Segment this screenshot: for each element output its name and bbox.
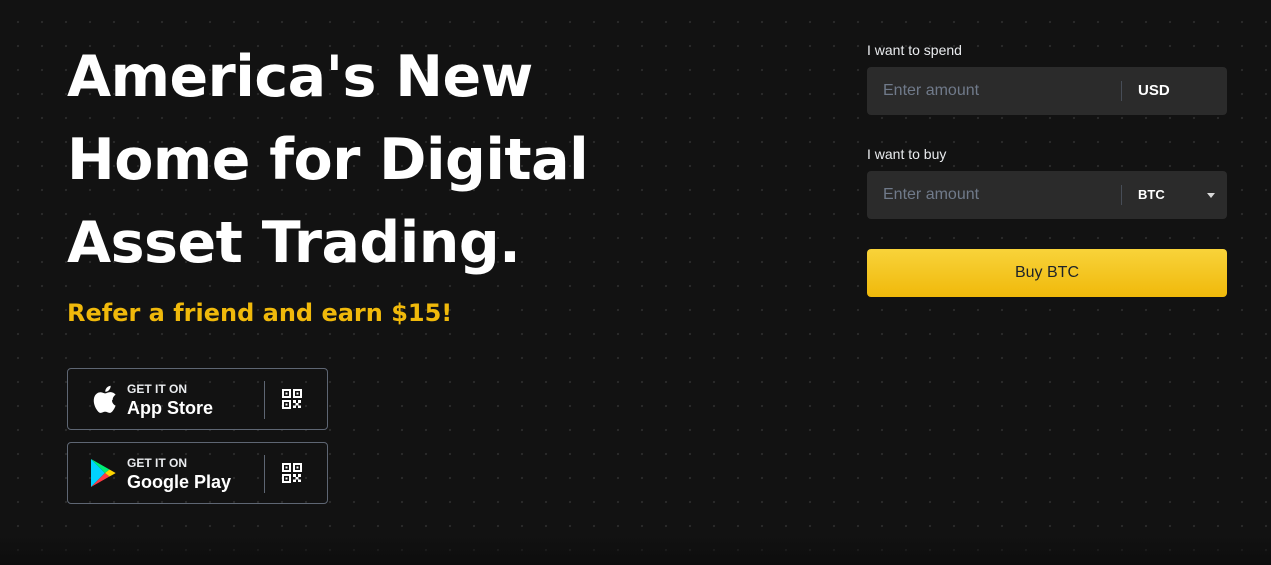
buy-field: BTC: [867, 171, 1227, 219]
spend-amount-input[interactable]: [867, 67, 1121, 115]
app-store-button[interactable]: GET IT ON App Store: [67, 368, 328, 430]
spend-label: I want to spend: [867, 42, 962, 58]
apple-icon: [93, 385, 116, 413]
divider: [1121, 185, 1122, 205]
qr-code-icon[interactable]: [282, 389, 302, 409]
spend-field: USD: [867, 67, 1227, 115]
store-name: Google Play: [127, 472, 232, 492]
store-caption: GET IT ON: [127, 382, 187, 396]
divider: [1121, 81, 1122, 101]
divider: [264, 381, 265, 419]
referral-promo-text: Refer a friend and earn $15!: [67, 299, 453, 327]
buy-btc-button[interactable]: Buy BTC: [867, 249, 1227, 297]
google-play-icon: [91, 459, 116, 487]
buy-currency-select[interactable]: BTC: [1138, 171, 1165, 219]
divider: [264, 455, 265, 493]
store-name: App Store: [127, 398, 214, 418]
bottom-fade: [0, 535, 1271, 565]
hero-title: America's New Home for Digital Asset Tra…: [67, 36, 627, 285]
hero-title-line: Asset Trading.: [67, 210, 521, 276]
qr-code-icon[interactable]: [282, 463, 302, 483]
buy-label: I want to buy: [867, 146, 947, 162]
google-play-button[interactable]: GET IT ON Google Play: [67, 442, 328, 504]
spend-currency: USD: [1138, 82, 1170, 99]
hero-title-line: America's New: [67, 44, 533, 110]
hero-section: America's New Home for Digital Asset Tra…: [0, 0, 1271, 565]
hero-title-line: Home for Digital: [67, 127, 589, 193]
store-caption: GET IT ON: [127, 456, 187, 470]
caret-down-icon[interactable]: [1207, 193, 1215, 198]
buy-amount-input[interactable]: [867, 171, 1121, 219]
